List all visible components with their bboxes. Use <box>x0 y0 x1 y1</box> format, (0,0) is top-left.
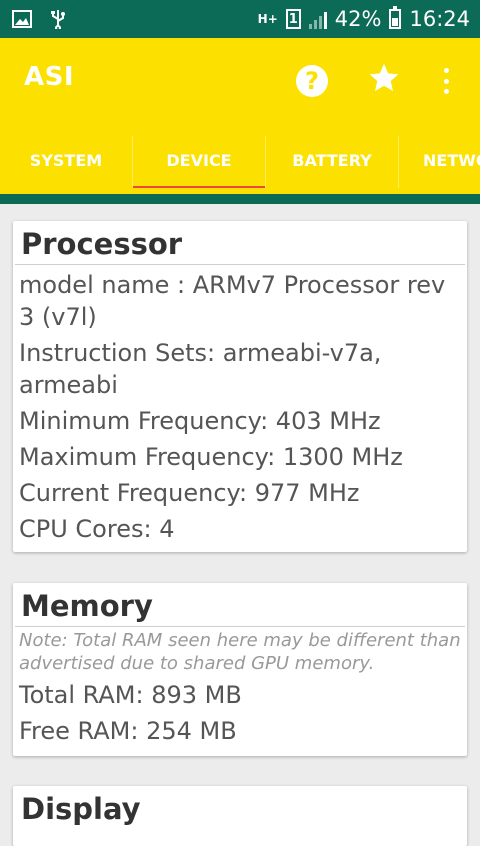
usb-icon <box>48 9 68 29</box>
app-bar: ASI ? SYSTEM DEVICE BATTERY NETWO <box>0 38 480 194</box>
display-title: Display <box>21 792 141 826</box>
processor-instruction-sets: Instruction Sets: armeabi-v7a, armeabi <box>19 339 382 399</box>
star-icon[interactable] <box>366 60 402 96</box>
memory-card: Memory Note: Total RAM seen here may be … <box>13 583 467 756</box>
help-icon[interactable]: ? <box>296 65 328 97</box>
processor-card: Processor model name : ARMv7 Processor r… <box>13 221 467 552</box>
more-options-icon[interactable] <box>436 64 456 98</box>
processor-cpu-cores: CPU Cores: 4 <box>19 515 175 543</box>
tab-bar: SYSTEM DEVICE BATTERY NETWO <box>0 132 480 188</box>
appbar-bottom-strip <box>0 194 480 204</box>
image-icon <box>12 9 32 29</box>
battery-percent: 42% <box>334 7 382 31</box>
processor-current-frequency: Current Frequency: 977 MHz <box>19 479 360 507</box>
app-title: ASI <box>24 62 75 92</box>
processor-title: Processor <box>21 227 183 261</box>
network-type-indicator: H+ <box>257 12 278 26</box>
display-card: Display <box>13 786 467 846</box>
tab-network[interactable]: NETWO <box>399 132 480 188</box>
processor-min-frequency: Minimum Frequency: 403 MHz <box>19 407 381 435</box>
memory-total-ram: Total RAM: 893 MB <box>19 681 242 709</box>
divider <box>15 264 465 265</box>
battery-icon <box>389 6 402 29</box>
clock: 16:24 <box>409 7 470 31</box>
signal-icon <box>308 9 327 29</box>
tab-system[interactable]: SYSTEM <box>0 132 132 188</box>
processor-model-name: model name : ARMv7 Processor rev 3 (v7l) <box>19 271 446 331</box>
status-bar: H+ 1 42% 16:24 <box>0 0 480 38</box>
tab-device[interactable]: DEVICE <box>133 132 265 188</box>
sim-icon: 1 <box>285 9 301 29</box>
divider <box>15 626 465 627</box>
processor-max-frequency: Maximum Frequency: 1300 MHz <box>19 443 403 471</box>
tab-battery[interactable]: BATTERY <box>266 132 398 188</box>
memory-title: Memory <box>21 589 153 623</box>
memory-free-ram: Free RAM: 254 MB <box>19 717 237 745</box>
memory-note: Note: Total RAM seen here may be differe… <box>19 630 461 674</box>
